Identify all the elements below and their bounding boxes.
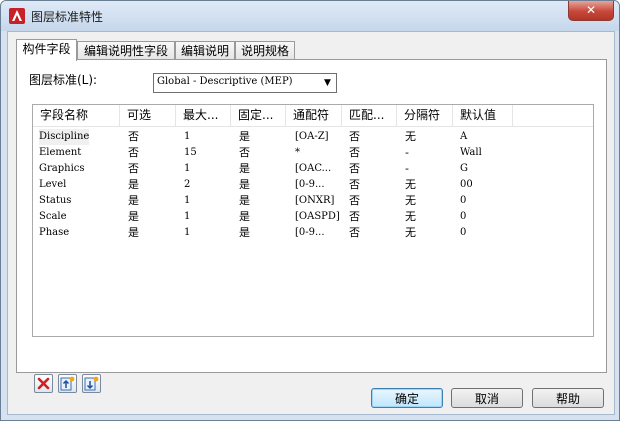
cell-field-name: Phase (39, 227, 70, 238)
table-row[interactable]: Level 是 2 是 [0-9... 否 无 00 (33, 177, 593, 193)
cell-optional: 否 (128, 162, 139, 175)
tab-edit-descriptions[interactable]: 编辑说明 (175, 41, 235, 60)
cancel-button[interactable]: 取消 (451, 388, 523, 408)
column-header-match[interactable]: 匹配... (342, 105, 397, 126)
move-down-button[interactable] (82, 374, 101, 393)
cell-field-name: Graphics (39, 163, 85, 174)
cell-wildcard: [OAC... (295, 163, 332, 174)
cell-max-length: 1 (184, 195, 191, 206)
cell-separator: 无 (405, 226, 416, 239)
delete-field-icon (37, 377, 50, 390)
title-bar[interactable]: 图层标准特性 ✕ (1, 1, 619, 31)
cell-max-length: 2 (184, 179, 191, 190)
cell-fixed-length: 是 (239, 178, 250, 191)
cell-match: 否 (349, 146, 360, 159)
cell-fixed-length: 是 (239, 226, 250, 239)
cell-optional: 是 (128, 226, 139, 239)
cell-separator: 无 (405, 130, 416, 143)
table-row[interactable]: Scale 是 1 是 [OASPD] 否 无 0 (33, 209, 593, 225)
tab-edit-descriptive-fields[interactable]: 编辑说明性字段 (77, 41, 175, 60)
cell-fixed-length: 是 (239, 162, 250, 175)
cell-match: 否 (349, 178, 360, 191)
cell-wildcard: [OASPD] (295, 211, 340, 222)
cell-field-name: Level (39, 179, 67, 190)
table-row[interactable]: Phase 是 1 是 [0-9... 否 无 0 (33, 225, 593, 241)
cell-optional: 是 (128, 194, 139, 207)
cell-max-length: 1 (184, 163, 191, 174)
close-button[interactable]: ✕ (568, 1, 614, 21)
tab-description-spec[interactable]: 说明规格 (235, 41, 295, 60)
cell-max-length: 1 (184, 211, 191, 222)
column-header-wildcard[interactable]: 通配符 (286, 105, 342, 126)
layer-standard-properties-dialog: 图层标准特性 ✕ 构件字段 编辑说明性字段 编辑说明 说明规格 图层标准(L):… (0, 0, 620, 421)
cell-match: 否 (349, 130, 360, 143)
cell-wildcard: * (295, 147, 300, 158)
cell-max-length: 1 (184, 227, 191, 238)
cell-fixed-length: 否 (239, 146, 250, 159)
fields-list[interactable]: 字段名称 可选 最大... 固定... 通配符 匹配... 分隔符 默认值 Di… (32, 104, 594, 337)
cell-separator: - (405, 146, 409, 159)
move-up-icon (60, 376, 75, 391)
cell-match: 否 (349, 226, 360, 239)
autocad-app-icon (9, 8, 25, 24)
table-row[interactable]: Discipline 否 1 是 [OA-Z] 否 无 A (33, 129, 593, 145)
cell-match: 否 (349, 194, 360, 207)
table-row[interactable]: Status 是 1 是 [ONXR] 否 无 0 (33, 193, 593, 209)
column-header-max-length[interactable]: 最大... (176, 105, 231, 126)
dialog-body: 构件字段 编辑说明性字段 编辑说明 说明规格 图层标准(L): Global -… (7, 31, 615, 415)
cell-fixed-length: 是 (239, 130, 250, 143)
cell-wildcard: [0-9... (295, 227, 325, 238)
cell-field-name: Status (39, 195, 72, 206)
cell-field-name: Scale (39, 211, 67, 222)
column-header-separator[interactable]: 分隔符 (397, 105, 453, 126)
column-header-fixed-length[interactable]: 固定... (231, 105, 286, 126)
layer-standard-value: Global - Descriptive (MEP) (157, 76, 293, 87)
cell-fixed-length: 是 (239, 194, 250, 207)
ok-button[interactable]: 确定 (371, 388, 443, 408)
cell-default-value: G (460, 163, 468, 174)
cell-separator: 无 (405, 194, 416, 207)
close-icon: ✕ (585, 3, 597, 17)
table-row[interactable]: Graphics 否 1 是 [OAC... 否 - G (33, 161, 593, 177)
window-title: 图层标准特性 (31, 10, 104, 24)
cell-default-value: 0 (460, 195, 467, 206)
cell-separator: 无 (405, 210, 416, 223)
cell-separator: 无 (405, 178, 416, 191)
tab-component-fields[interactable]: 构件字段 (16, 39, 77, 61)
cell-match: 否 (349, 210, 360, 223)
cell-max-length: 1 (184, 131, 191, 142)
column-header-optional[interactable]: 可选 (120, 105, 176, 126)
tab-panel-component-fields: 图层标准(L): Global - Descriptive (MEP) ▼ 字段… (16, 59, 607, 393)
layer-standard-label: 图层标准(L): (29, 73, 98, 87)
cell-separator: - (405, 162, 409, 175)
cell-default-value: 00 (460, 179, 473, 190)
table-row[interactable]: Element 否 15 否 * 否 - Wall (33, 145, 593, 161)
layer-standard-dropdown[interactable]: Global - Descriptive (MEP) ▼ (153, 73, 337, 93)
column-header-field-name[interactable]: 字段名称 (33, 105, 120, 126)
cell-wildcard: [ONXR] (295, 195, 335, 206)
cell-field-name: Discipline (39, 129, 90, 145)
cell-fixed-length: 是 (239, 210, 250, 223)
fields-list-header: 字段名称 可选 最大... 固定... 通配符 匹配... 分隔符 默认值 (33, 105, 593, 127)
cell-max-length: 15 (184, 147, 197, 158)
chevron-down-icon[interactable]: ▼ (320, 75, 335, 91)
cell-default-value: 0 (460, 227, 467, 238)
help-button[interactable]: 帮助 (532, 388, 604, 408)
cell-field-name: Element (39, 147, 82, 158)
cell-optional: 是 (128, 210, 139, 223)
cell-optional: 否 (128, 146, 139, 159)
cell-wildcard: [OA-Z] (295, 131, 329, 142)
column-header-default-value[interactable]: 默认值 (453, 105, 513, 126)
move-up-button[interactable] (58, 374, 77, 393)
cell-optional: 是 (128, 178, 139, 191)
cell-default-value: A (460, 131, 468, 142)
delete-field-button[interactable] (34, 374, 53, 393)
cell-optional: 否 (128, 130, 139, 143)
cell-default-value: 0 (460, 211, 467, 222)
move-down-icon (84, 376, 99, 391)
cell-default-value: Wall (460, 147, 482, 158)
cell-match: 否 (349, 162, 360, 175)
cell-wildcard: [0-9... (295, 179, 325, 190)
